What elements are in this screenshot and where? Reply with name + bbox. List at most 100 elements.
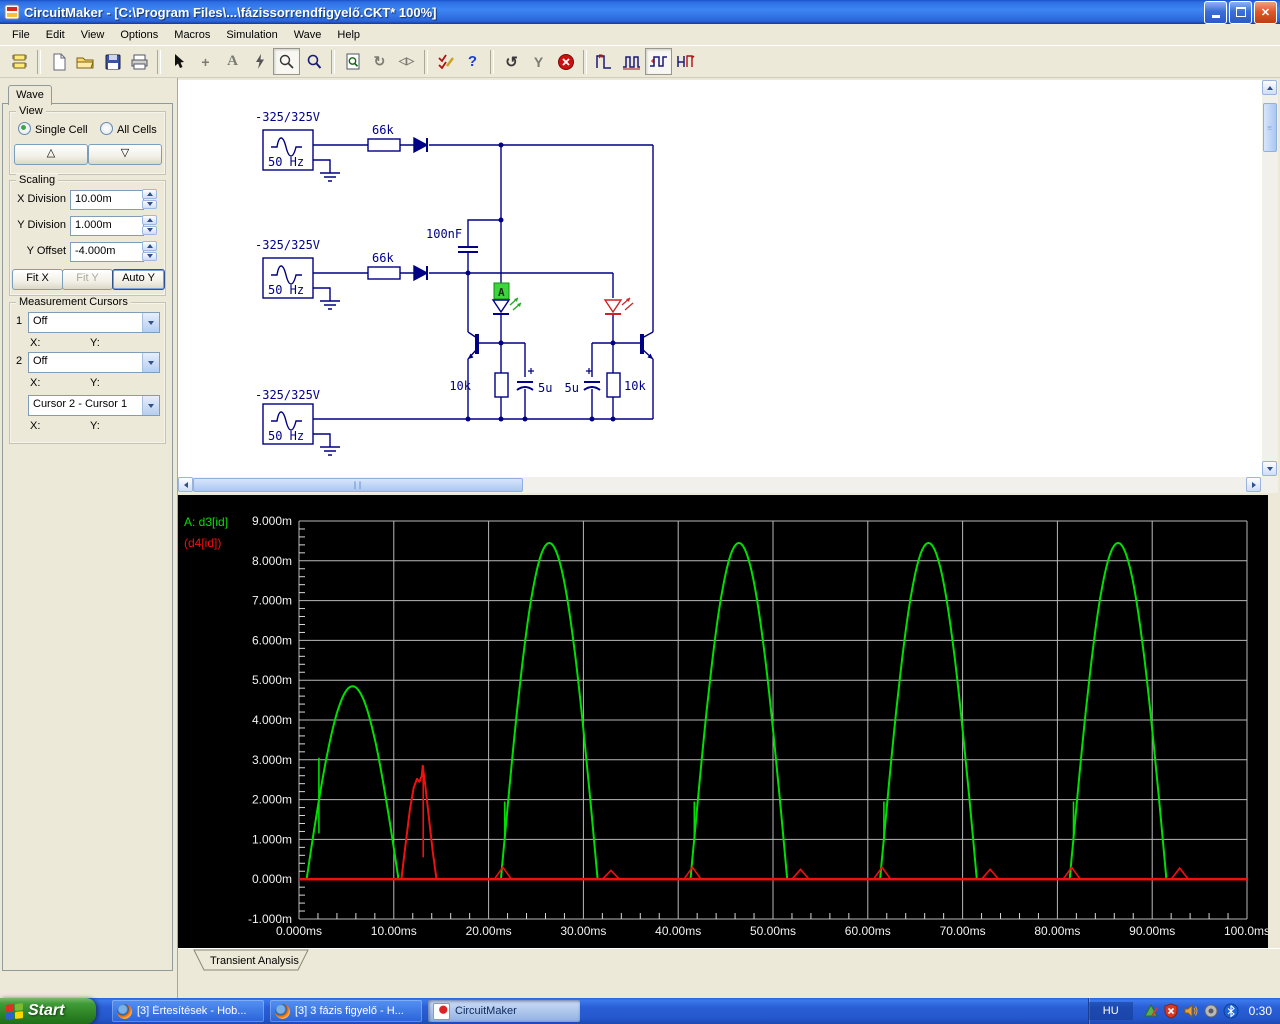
new-button[interactable] [45, 48, 72, 75]
y-offset-input[interactable]: -4.000m [70, 242, 144, 262]
x-division-input[interactable]: 10.00m [70, 190, 144, 210]
restore-button[interactable] [1229, 0, 1252, 24]
auto-y-button[interactable]: Auto Y [112, 269, 165, 290]
menu-wave[interactable]: Wave [286, 27, 330, 43]
scope-xy-button[interactable] [591, 48, 618, 75]
x-tick-label: 80.00ms [1034, 924, 1080, 938]
pen-tablet-icon[interactable] [1143, 1003, 1159, 1019]
probe-a[interactable]: A [493, 282, 510, 300]
minimize-button[interactable] [1204, 0, 1227, 24]
security-shield-icon[interactable] [1163, 1003, 1179, 1019]
volume-icon[interactable] [1183, 1003, 1199, 1019]
single-cell-radio[interactable]: Single Cell [18, 122, 88, 136]
menu-simulation[interactable]: Simulation [218, 27, 285, 43]
trace-d4 [400, 764, 438, 880]
legend-trace-d3: A: d3[id] [184, 515, 228, 529]
radio-icon [100, 122, 113, 135]
close-button[interactable]: ✕ [1254, 0, 1277, 24]
toolbar-separator [157, 49, 161, 74]
wire[interactable] [467, 145, 502, 273]
zoom-tool-button[interactable] [273, 48, 300, 75]
ground-symbol[interactable] [313, 159, 340, 182]
scope-mixed-button[interactable] [672, 48, 699, 75]
help-button[interactable]: ? [459, 48, 486, 75]
y-division-input[interactable]: 1.000m [70, 216, 144, 236]
x-division-spinner[interactable] [142, 189, 157, 209]
menu-options[interactable]: Options [112, 27, 166, 43]
probe-tool-button[interactable]: Y [525, 48, 552, 75]
ground-symbol[interactable] [313, 287, 340, 310]
y-offset-spinner[interactable] [142, 241, 157, 261]
bluetooth-icon[interactable] [1223, 1003, 1239, 1019]
menu-file[interactable]: File [4, 27, 38, 43]
schematic-vertical-scrollbar[interactable]: ≡ [1262, 80, 1278, 493]
print-button[interactable] [126, 48, 153, 75]
toolbar-separator [583, 49, 587, 74]
mirror-button[interactable]: ◁▷ [393, 48, 420, 75]
cursor-diff-select[interactable]: Cursor 2 - Cursor 1 [28, 395, 160, 416]
scope-digital-icon [623, 55, 640, 69]
scroll-up-arrow[interactable] [1262, 80, 1277, 95]
schematic-horizontal-scrollbar[interactable]: ∥∥ [178, 477, 1262, 493]
cursor1-select[interactable]: Off [28, 312, 160, 333]
capacitor-100nF[interactable] [458, 246, 478, 253]
cell-up-button[interactable]: △ [14, 144, 88, 165]
diode-1[interactable] [413, 136, 429, 154]
fit-x-button[interactable]: Fit X [12, 269, 63, 290]
y-division-spinner[interactable] [142, 215, 157, 235]
reset-button[interactable]: ↺ [498, 48, 525, 75]
tab-transient-analysis[interactable]: Transient Analysis [180, 949, 340, 972]
resistor-10k-right[interactable] [606, 372, 621, 398]
menu-edit[interactable]: Edit [38, 27, 73, 43]
scope-digital-button[interactable] [618, 48, 645, 75]
led-green[interactable] [491, 299, 511, 315]
language-indicator[interactable]: HU [1088, 1002, 1133, 1020]
menu-macros[interactable]: Macros [166, 27, 218, 43]
scroll-down-arrow[interactable] [1262, 461, 1277, 476]
x-tick-label: 10.00ms [371, 924, 417, 938]
horizontal-scroll-thumb[interactable]: ∥∥ [193, 478, 523, 492]
vertical-scroll-thumb[interactable]: ≡ [1263, 103, 1277, 152]
delete-tool-button[interactable] [246, 48, 273, 75]
part-browser-button[interactable] [6, 48, 33, 75]
waveform-plot[interactable]: A: d3[id] (d4[id]) 0.000ms 10.00ms 20.00ms… [178, 495, 1270, 948]
led-red[interactable] [603, 297, 634, 315]
taskbar-task-3[interactable]: CircuitMaker [428, 1000, 580, 1022]
transistor-right[interactable] [613, 331, 654, 419]
rotate-button[interactable]: ↻ [366, 48, 393, 75]
taskbar-task-1[interactable]: [3] Értesítések - Hob... [112, 1000, 264, 1022]
menu-help[interactable]: Help [329, 27, 368, 43]
scroll-left-arrow[interactable] [178, 477, 193, 492]
schematic-canvas[interactable]: A -325/325V 50 Hz 66k -325/325V 50 Hz 66… [178, 80, 1262, 477]
capacitor-5u-right[interactable] [583, 368, 601, 391]
menu-view[interactable]: View [73, 27, 113, 43]
resistor-66k-2[interactable] [367, 266, 401, 280]
scroll-right-arrow[interactable] [1246, 477, 1261, 492]
fit-y-button[interactable]: Fit Y [62, 269, 113, 290]
cursor-diff-y-label: Y: [90, 420, 100, 432]
diode-2[interactable] [413, 264, 429, 282]
save-button[interactable] [99, 48, 126, 75]
scope-analog-button[interactable] [645, 48, 672, 75]
ground-symbol[interactable] [313, 433, 340, 456]
cursor1-x-label: X: [30, 337, 41, 349]
text-tool-button[interactable]: A [219, 48, 246, 75]
audio-device-icon[interactable] [1203, 1003, 1219, 1019]
digital-options-button[interactable] [432, 48, 459, 75]
all-cells-radio[interactable]: All Cells [100, 122, 157, 136]
select-tool-button[interactable] [165, 48, 192, 75]
resistor-10k-left[interactable] [494, 372, 509, 398]
cursor2-select[interactable]: Off [28, 352, 160, 373]
magnify-button[interactable] [300, 48, 327, 75]
open-button[interactable] [72, 48, 99, 75]
cell-down-button[interactable]: ▽ [88, 144, 162, 165]
tab-wave[interactable]: Wave [8, 85, 52, 105]
search-button[interactable] [339, 48, 366, 75]
x-tick-label: 60.00ms [845, 924, 891, 938]
taskbar-task-2[interactable]: [3] 3 fázis figyelő - H... [270, 1000, 422, 1022]
taskbar-clock[interactable]: 0:30 [1249, 1004, 1272, 1018]
resistor-66k-1[interactable] [367, 138, 401, 152]
stop-button[interactable] [552, 48, 579, 75]
spin-down-icon [146, 254, 153, 259]
wire-tool-button[interactable]: + [192, 48, 219, 75]
